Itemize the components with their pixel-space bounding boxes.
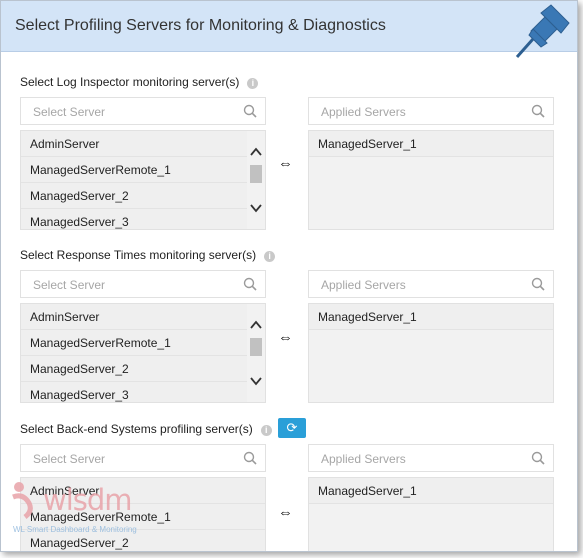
server-search-input[interactable]: Select Server <box>20 97 266 125</box>
applied-search-input[interactable]: Applied Servers <box>308 270 554 298</box>
scrollbar-thumb[interactable] <box>250 338 262 356</box>
available-servers-list[interactable]: AdminServer ManagedServerRemote_1 ManagedS… <box>20 130 266 230</box>
dialog-header: Select Profiling Servers for Monitoring … <box>1 1 577 58</box>
dialog-title: Select Profiling Servers for Monitoring … <box>15 17 386 34</box>
search-icon[interactable] <box>243 277 257 291</box>
available-server-item[interactable]: ManagedServer_3 <box>21 209 265 229</box>
available-server-item[interactable]: ManagedServer_2 <box>21 183 265 209</box>
refresh-button[interactable]: ⟳ <box>278 418 306 438</box>
profiling-servers-dialog: Select Profiling Servers for Monitoring … <box>0 0 578 552</box>
server-search-input[interactable]: Select Server <box>20 270 266 298</box>
chevron-up-icon[interactable] <box>250 320 262 330</box>
applied-server-item[interactable]: ManagedServer_1 <box>309 304 553 330</box>
search-icon[interactable] <box>243 104 257 118</box>
section-label: Select Response Times monitoring server(… <box>20 248 276 262</box>
applied-server-item[interactable]: ManagedServer_1 <box>309 131 553 157</box>
search-icon[interactable] <box>531 277 545 291</box>
search-icon[interactable] <box>531 451 545 465</box>
applied-search-input[interactable]: Applied Servers <box>308 97 554 125</box>
section-label: Select Log Inspector monitoring server(s… <box>20 75 259 89</box>
applied-servers-list[interactable]: ManagedServer_1 <box>308 477 554 551</box>
chevron-up-icon[interactable] <box>250 147 262 157</box>
applied-server-item[interactable]: ManagedServer_1 <box>309 478 553 504</box>
available-server-item[interactable]: AdminServer <box>21 131 265 157</box>
list-scrollbar[interactable] <box>247 304 265 402</box>
server-search-input[interactable]: Select Server <box>20 444 266 472</box>
pushpin-icon[interactable] <box>511 3 571 61</box>
wlsdm-logo-icon <box>12 482 33 519</box>
watermark-brand: wlsdm <box>43 483 133 517</box>
info-icon[interactable]: i <box>264 251 276 262</box>
available-server-item[interactable]: ManagedServerRemote_1 <box>21 157 265 183</box>
available-server-item[interactable]: ManagedServerRemote_1 <box>21 330 265 356</box>
section-label: Select Back-end Systems profiling server… <box>20 422 272 436</box>
double-arrow-icon[interactable]: ⇔ <box>278 329 293 346</box>
available-server-item[interactable]: ManagedServer_3 <box>21 382 265 402</box>
watermark-tagline: WL Smart Dashboard & Monitoring <box>13 525 137 534</box>
search-icon[interactable] <box>531 104 545 118</box>
applied-search-input[interactable]: Applied Servers <box>308 444 554 472</box>
available-servers-list[interactable]: AdminServer ManagedServerRemote_1 ManagedS… <box>20 303 266 403</box>
chevron-down-icon[interactable] <box>250 376 262 386</box>
chevron-down-icon[interactable] <box>250 203 262 213</box>
list-scrollbar[interactable] <box>247 131 265 229</box>
double-arrow-icon[interactable]: ⇔ <box>278 155 293 172</box>
info-icon[interactable]: i <box>247 78 259 89</box>
available-server-item[interactable]: ManagedServer_2 <box>21 356 265 382</box>
double-arrow-icon[interactable]: ⇔ <box>278 504 293 521</box>
search-icon[interactable] <box>243 451 257 465</box>
wlsdm-watermark: wlsdm WL Smart Dashboard & Monitoring <box>7 479 157 539</box>
info-icon[interactable]: i <box>260 425 272 436</box>
available-server-item[interactable]: AdminServer <box>21 304 265 330</box>
applied-servers-list[interactable]: ManagedServer_1 <box>308 303 554 403</box>
scrollbar-thumb[interactable] <box>250 165 262 183</box>
applied-servers-list[interactable]: ManagedServer_1 <box>308 130 554 230</box>
